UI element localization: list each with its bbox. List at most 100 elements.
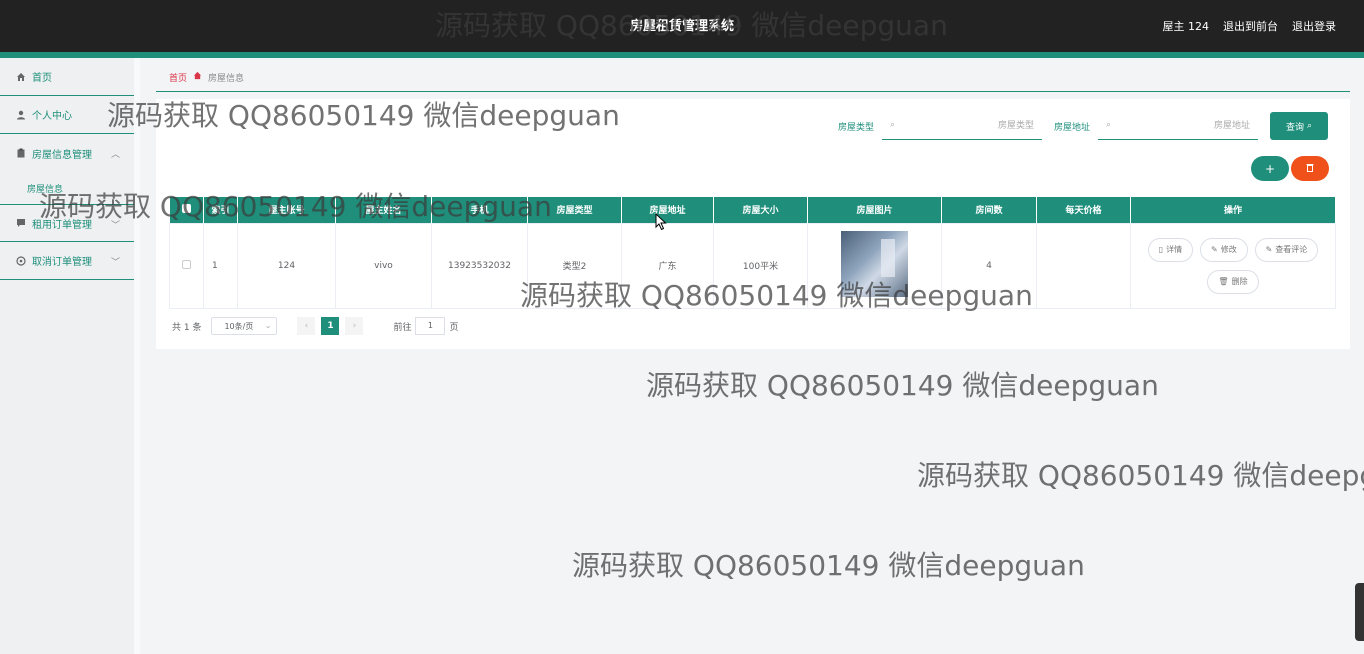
sidebar-item-label: 个人中心 <box>32 111 72 122</box>
cell-owner-account: 124 <box>237 222 336 309</box>
cell-address: 广东 <box>621 222 714 309</box>
column-header: 屋主账号 <box>237 197 336 223</box>
logout-link[interactable]: 退出登录 <box>1292 18 1336 34</box>
column-header: 屋主姓名 <box>335 197 432 223</box>
plus-icon: + <box>1264 161 1276 176</box>
breadcrumb: 首页 房屋信息 <box>156 63 1350 92</box>
home-icon <box>193 71 202 83</box>
column-header: 房间数 <box>941 197 1037 223</box>
sidebar-item-personal[interactable]: 个人中心 <box>0 96 134 134</box>
column-header: 手机 <box>431 197 528 223</box>
select-all-checkbox[interactable] <box>181 203 191 213</box>
search-bar: 房屋类型 ⌕ 房屋地址 ⌕ 查询 ⌕ <box>838 112 1328 140</box>
page-unit-label: 页 <box>449 322 459 333</box>
house-address-input[interactable] <box>1118 116 1250 136</box>
search-icon: ⌕ <box>1306 121 1313 131</box>
house-type-input[interactable] <box>901 116 1034 136</box>
batch-delete-button[interactable] <box>1291 156 1329 181</box>
breadcrumb-home[interactable]: 首页 <box>169 71 187 84</box>
edit-button[interactable]: ✎ 修改 <box>1200 237 1248 262</box>
watermark: 源码获取 QQ86050149 微信deepguan <box>646 369 1159 402</box>
detail-button[interactable]: ▯ 详情 <box>1147 237 1194 262</box>
delete-button[interactable]: 🗑 删除 <box>1207 269 1259 294</box>
cell-price <box>1036 222 1131 309</box>
document-icon: ▯ <box>1158 245 1164 254</box>
sidebar-item-rental-orders[interactable]: 租用订单管理 ﹀ <box>0 204 134 242</box>
detail-label: 详情 <box>1166 245 1183 254</box>
sidebar-item-label: 租用订单管理 <box>32 219 92 231</box>
sidebar: 首页 个人中心 房屋信息管理 ︿ 房屋信息 租用订单管理 ﹀ 取消订单管理 ﹀ <box>0 58 134 654</box>
search-button[interactable]: 查询 ⌕ <box>1270 112 1328 140</box>
sidebar-item-cancel-orders[interactable]: 取消订单管理 ﹀ <box>0 242 134 280</box>
column-header: 操作 <box>1130 197 1336 223</box>
table-row: 1 124 vivo 13923532032 类型2 广东 100平米 4 ▯ 详… <box>169 222 1336 309</box>
search-icon: ⌕ <box>889 120 896 130</box>
reviews-label: 查看评论 <box>1275 245 1308 254</box>
house-type-label: 房屋类型 <box>837 122 874 133</box>
cell-index: 1 <box>203 222 238 309</box>
pencil-icon: ✎ <box>1265 245 1273 254</box>
user-icon <box>16 110 26 120</box>
sidebar-item-house-management[interactable]: 房屋信息管理 ︿ <box>0 134 134 172</box>
home-icon <box>16 72 26 82</box>
chevron-right-icon: › <box>352 321 357 331</box>
pagination: 共 1 条 10条/页 ⌄ ‹ 1 › 前往 1 页 <box>172 317 458 335</box>
cell-actions: ▯ 详情 ✎ 修改 ✎ 查看评论 🗑 删除 <box>1130 222 1336 309</box>
column-header: 每天价格 <box>1036 197 1131 223</box>
chevron-left-icon: ‹ <box>304 321 309 331</box>
cell-house-type: 类型2 <box>527 222 622 309</box>
current-user: 屋主 124 <box>1162 20 1210 33</box>
page-size-select[interactable]: 10条/页 ⌄ <box>211 317 278 335</box>
cell-image <box>807 222 942 309</box>
row-checkbox[interactable] <box>182 259 191 269</box>
info-circle-icon <box>16 255 26 266</box>
edit-label: 修改 <box>1220 245 1237 254</box>
trash-icon <box>1306 163 1314 175</box>
row-select-cell <box>169 222 204 309</box>
view-reviews-button[interactable]: ✎ 查看评论 <box>1254 237 1319 262</box>
pagination-total: 共 1 条 <box>172 322 202 333</box>
house-address-field: ⌕ <box>1098 112 1258 140</box>
cell-rooms: 4 <box>941 222 1037 309</box>
house-info-table: 索引 屋主账号 屋主姓名 手机 房屋类型 房屋地址 房屋大小 房屋图片 房间数 … <box>169 197 1336 309</box>
watermark: 源码获取 QQ86050149 微信deepguan <box>572 549 1085 582</box>
watermark: 源码获取 QQ86050149 微信deepguan <box>917 459 1364 492</box>
header-links: 屋主 124 退出到前台 退出登录 <box>1163 0 1337 52</box>
goto-label: 前往 <box>393 322 412 333</box>
trash-icon: 🗑 <box>1218 277 1229 286</box>
column-header: 房屋类型 <box>527 197 622 223</box>
column-header: 房屋图片 <box>807 197 942 223</box>
add-button[interactable]: + <box>1251 156 1289 181</box>
prev-page-button[interactable]: ‹ <box>297 317 316 335</box>
chevron-down-icon: ﹀ <box>110 221 120 231</box>
back-to-front-link[interactable]: 退出到前台 <box>1223 18 1278 34</box>
app-title: 房屋租赁管理系统 <box>629 19 734 34</box>
chevron-down-icon: ﹀ <box>110 258 120 268</box>
floating-widget[interactable] <box>1355 583 1364 641</box>
next-page-button[interactable]: › <box>345 317 364 335</box>
column-header: 房屋地址 <box>621 197 714 223</box>
chat-icon <box>16 218 26 228</box>
column-header: 索引 <box>203 197 238 223</box>
sidebar-item-label: 房屋信息管理 <box>32 149 92 161</box>
house-image[interactable] <box>841 231 908 297</box>
page-size-value: 10条/页 <box>224 321 254 331</box>
page-number-current[interactable]: 1 <box>321 317 340 335</box>
sidebar-subitem-house-info[interactable]: 房屋信息 <box>0 172 134 204</box>
chevron-up-icon: ︿ <box>110 150 120 160</box>
cell-size: 100平米 <box>713 222 808 309</box>
delete-label: 删除 <box>1231 277 1248 286</box>
sidebar-item-label: 取消订单管理 <box>32 257 92 268</box>
sidebar-item-home[interactable]: 首页 <box>0 58 134 96</box>
pencil-icon: ✎ <box>1211 245 1218 254</box>
header-accent-stripe <box>0 52 1364 58</box>
breadcrumb-current: 房屋信息 <box>208 73 245 84</box>
cell-owner-name: vivo <box>335 222 432 309</box>
select-all-cell <box>169 197 204 223</box>
house-address-label: 房屋地址 <box>1053 122 1090 133</box>
search-button-label: 查询 <box>1285 122 1304 133</box>
search-icon: ⌕ <box>1106 120 1112 130</box>
goto-page-input[interactable]: 1 <box>415 317 446 335</box>
sidebar-divider <box>134 58 140 654</box>
clipboard-icon <box>16 148 26 158</box>
